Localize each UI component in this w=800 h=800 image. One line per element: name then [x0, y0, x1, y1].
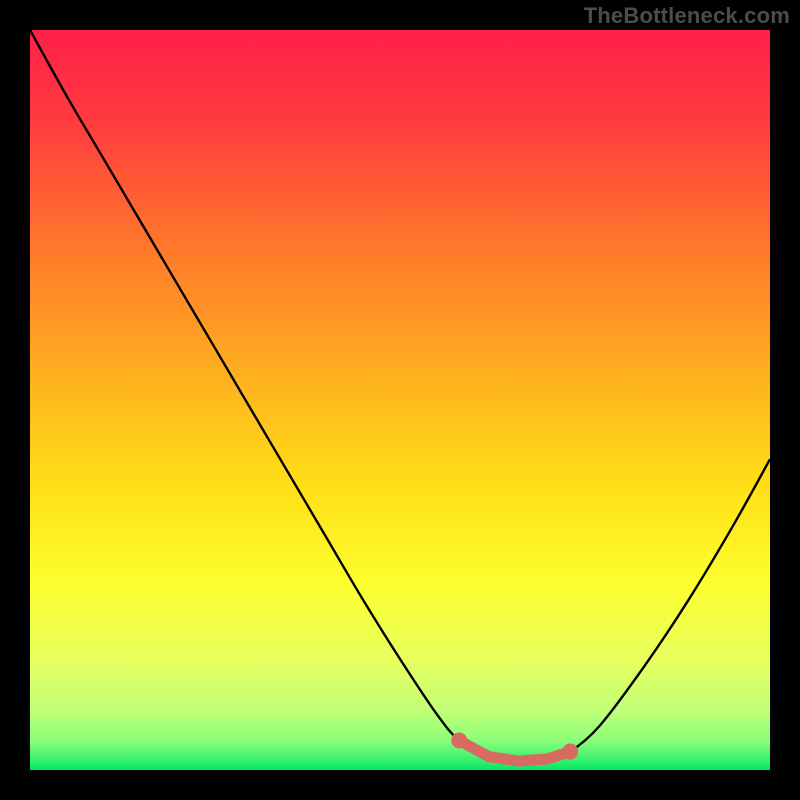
bottleneck-curve: [30, 30, 770, 770]
chart-frame: TheBottleneck.com: [0, 0, 800, 800]
range-end-dot: [562, 744, 578, 760]
watermark-text: TheBottleneck.com: [584, 3, 790, 29]
recommended-range-line: [459, 740, 570, 761]
recommended-range-markers: [451, 732, 578, 761]
curve-line: [30, 30, 770, 761]
plot-area: [30, 30, 770, 770]
range-start-dot: [451, 732, 467, 748]
